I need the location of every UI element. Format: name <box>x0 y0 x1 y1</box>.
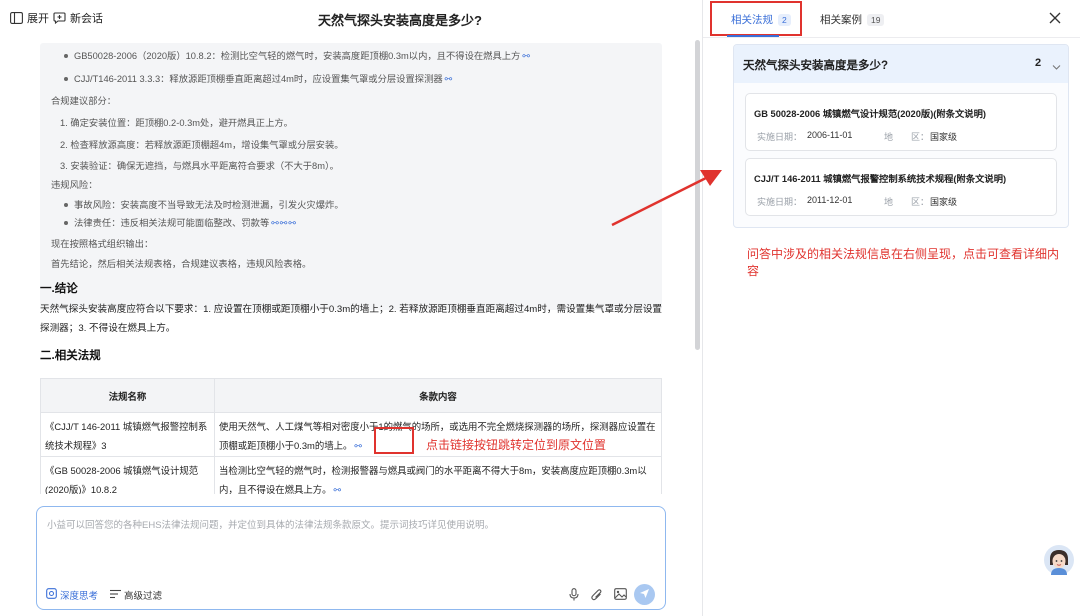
tab-label: 相关案例 <box>820 14 862 26</box>
risk-heading: 违规风险： <box>51 180 98 190</box>
region-value: 国家级 <box>930 132 958 142</box>
table-row: 《GB 50028-2006 城镇燃气设计规范(2020版)》10.8.2 当检… <box>40 456 662 494</box>
reg-name-cell: 《CJJ/T 146-2011 城镇燃气报警控制系统技术规程》3 <box>40 412 215 457</box>
chat-pane: 展开 新会话 天然气探头安装高度是多少? GB50028-2006（2020版）… <box>0 0 702 616</box>
reg-name-cell: 《GB 50028-2006 城镇燃气设计规范(2020版)》10.8.2 <box>40 456 215 494</box>
advanced-filter-toggle[interactable]: 高级过滤 <box>110 588 162 602</box>
compliance-item: 1. 确定安装位置：距顶棚0.2-0.3m处，避开燃具正上方。 <box>60 118 293 128</box>
compliance-heading: 合规建议部分： <box>51 96 117 106</box>
source-link-icon[interactable]: ⚯ <box>522 51 529 61</box>
source-link-icon[interactable]: ⚯ <box>334 485 341 494</box>
deep-think-icon <box>46 588 57 602</box>
regulation-group: 天然气探头安装高度是多少? 2 GB 50028-2006 城镇燃气设计规范(2… <box>733 44 1069 228</box>
date-label: 实施日期： <box>757 132 803 142</box>
source-link-icon[interactable]: ⚯ <box>445 74 452 84</box>
source-link-icon[interactable]: ⚯ <box>271 218 278 228</box>
table-header-row: 法规名称 条款内容 <box>40 378 662 413</box>
tab-highlight-box <box>710 1 802 36</box>
close-icon[interactable] <box>1049 11 1061 29</box>
regulation-card[interactable]: CJJ/T 146-2011 城镇燃气报警控制系统技术规程(附条文说明) 实施日… <box>745 158 1057 216</box>
source-link-icon[interactable]: ⚯ <box>288 218 295 228</box>
tab-count-badge: 19 <box>867 13 885 26</box>
group-count: 2 <box>1035 57 1042 69</box>
references-panel: 相关法规 2 相关案例 19 天然气探头安装高度是多少? 2 GB 50028-… <box>703 0 1080 616</box>
date-value: 2011-12-01 <box>807 195 853 205</box>
region-value: 国家级 <box>930 197 958 207</box>
column-header-content: 条款内容 <box>214 378 662 413</box>
image-upload-icon[interactable] <box>611 585 629 603</box>
region-label: 地 区： <box>884 132 930 142</box>
regulation-card-title: CJJ/T 146-2011 城镇燃气报警控制系统技术规程(附条文说明) <box>754 174 1007 184</box>
deep-think-toggle[interactable]: 深度思考 <box>46 588 98 602</box>
conclusion-heading: 一.结论 <box>40 283 78 295</box>
chat-input-placeholder[interactable]: 小益可以回答您的各种EHS法律法规问题，并定位到具体的法律法规条款原文。提示词技… <box>47 517 494 531</box>
send-icon <box>639 586 650 604</box>
assistant-avatar[interactable] <box>1044 545 1074 575</box>
compliance-item: 2. 检查释放源高度：若释放源距顶棚超4m，增设集气罩或分层安装。 <box>60 140 344 150</box>
thinking-block: GB50028-2006（2020版）10.8.2：检测比空气轻的燃气时，安装高… <box>40 43 662 310</box>
thinking-bullet: CJJ/T146-2011 3.3.3：释放源距顶棚垂直距离超过4m时，应设置集… <box>64 71 452 85</box>
filter-icon <box>110 589 121 602</box>
column-header-name: 法规名称 <box>40 378 215 413</box>
regulation-group-header[interactable]: 天然气探头安装高度是多少? 2 <box>734 45 1068 83</box>
reg-content-cell: 当检测比空气轻的燃气时，检测报警器与燃具或阀门的水平距离不得大于8m，安装高度应… <box>214 456 662 494</box>
regulation-card-title: GB 50028-2006 城镇燃气设计规范(2020版)(附条文说明) <box>754 109 986 119</box>
date-label: 实施日期： <box>757 197 803 207</box>
risk-item: 事故风险：安装高度不当导致无法及时检测泄漏，引发火灾爆炸。 <box>64 197 344 211</box>
date-value: 2006-11-01 <box>807 130 853 140</box>
group-title: 天然气探头安装高度是多少? <box>743 60 889 72</box>
thinking-bullet: GB50028-2006（2020版）10.8.2：检测比空气轻的燃气时，安装高… <box>64 48 530 62</box>
source-link-icon[interactable]: ⚯ <box>280 218 287 228</box>
page-title: 天然气探头安装高度是多少? <box>318 13 482 28</box>
right-panel-annotation: 问答中涉及的相关法规信息在右侧呈现，点击可查看详细内容 <box>747 247 1060 278</box>
conclusion-text: 天然气探头安装高度应符合以下要求：1. 应设置在顶棚或距顶棚小于0.3m的墙上；… <box>40 304 663 334</box>
app-window: 展开 新会话 天然气探头安装高度是多少? GB50028-2006（2020版）… <box>0 0 1080 616</box>
source-link-icon[interactable]: ⚯ <box>354 441 361 451</box>
compliance-item: 3. 安装验证：确保无遮挡，与燃具水平距离符合要求（不大于8m）。 <box>60 161 339 171</box>
link-highlight-box <box>374 427 414 454</box>
order-line: 首先结论，然后相关法规表格，合规建议表格，违规风险表格。 <box>51 259 312 269</box>
chat-input-box[interactable]: 小益可以回答您的各种EHS法律法规问题，并定位到具体的法律法规条款原文。提示词技… <box>36 506 666 610</box>
top-bar: 展开 新会话 天然气探头安装高度是多少? <box>0 0 702 38</box>
chevron-down-icon[interactable] <box>1052 58 1061 76</box>
regs-heading: 二.相关法规 <box>40 350 101 362</box>
regulation-card[interactable]: GB 50028-2006 城镇燃气设计规范(2020版)(附条文说明) 实施日… <box>745 93 1057 151</box>
tab-related-cases[interactable]: 相关案例 19 <box>820 12 885 27</box>
risk-item: 法律责任：违反相关法规可能面临整改、罚款等 ⚯ ⚯ ⚯ <box>64 215 296 229</box>
region-label: 地 区： <box>884 197 930 207</box>
microphone-icon[interactable] <box>565 585 583 603</box>
org-line: 现在按照格式组织输出： <box>51 239 154 249</box>
scrollbar[interactable] <box>695 40 700 350</box>
attachment-icon[interactable] <box>588 585 606 603</box>
link-annotation: 点击链接按钮跳转定位到原文位置 <box>426 438 607 452</box>
chat-scroll-area[interactable]: GB50028-2006（2020版）10.8.2：检测比空气轻的燃气时，安装高… <box>36 38 676 494</box>
tab-separator <box>703 37 1080 38</box>
send-button[interactable] <box>634 584 655 605</box>
